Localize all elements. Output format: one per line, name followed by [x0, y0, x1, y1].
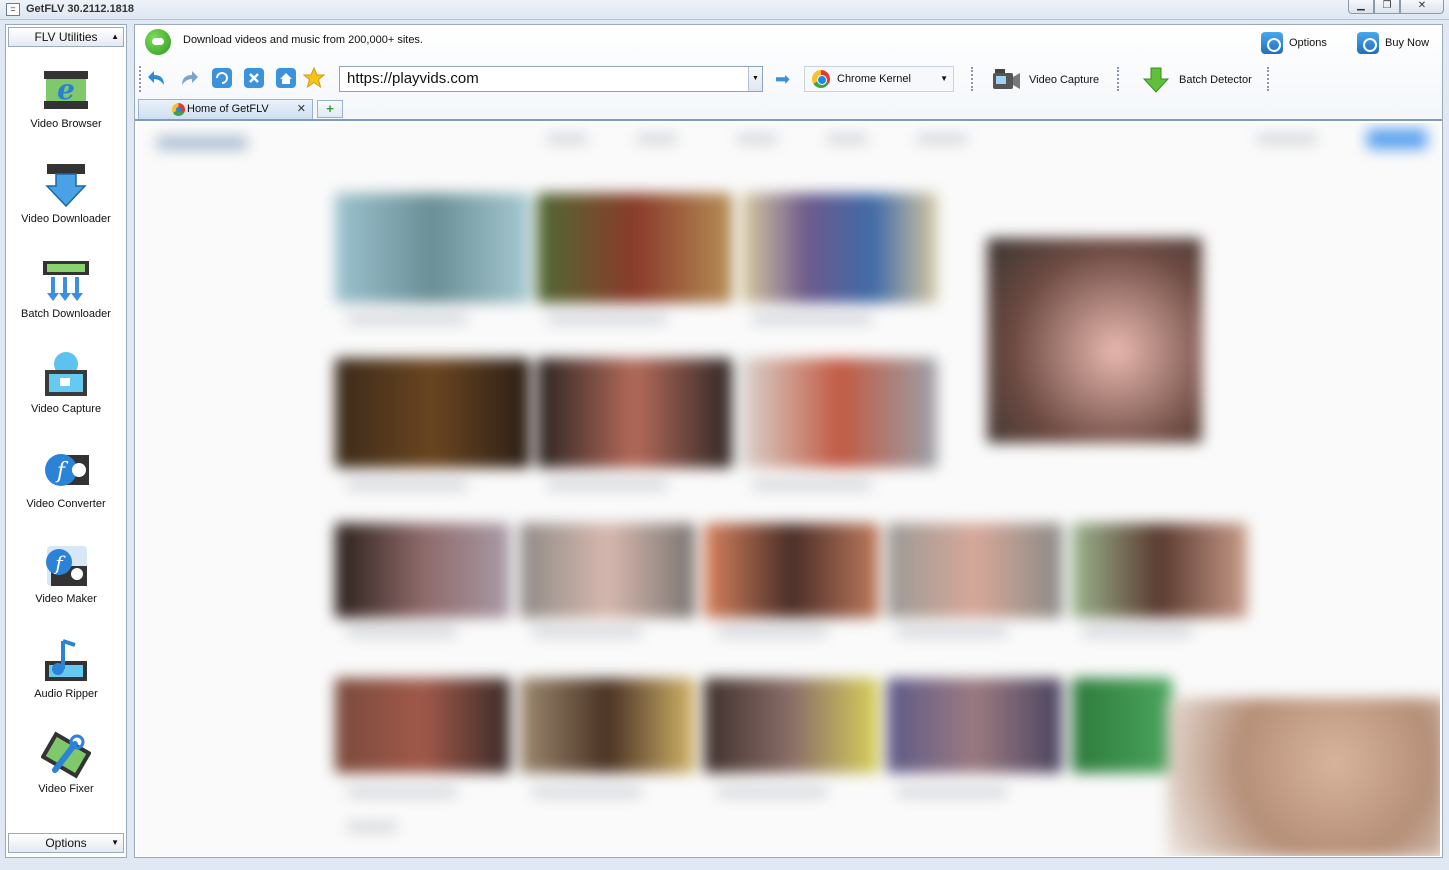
url-input[interactable]: https://playvids.com: [339, 66, 763, 92]
tab-strip: Home of GetFLV ✕ +: [135, 97, 1442, 121]
video-downloader-icon: [45, 164, 87, 208]
batch-detector-button[interactable]: Batch Detector: [1141, 67, 1252, 93]
window-title: GetFLV 30.2112.1818: [26, 3, 135, 15]
browser-viewport[interactable]: [137, 123, 1440, 856]
sidebar-item-video-capture[interactable]: Video Capture: [6, 350, 126, 440]
camcorder-icon: [993, 69, 1020, 89]
go-arrow-icon[interactable]: ➡: [775, 70, 790, 88]
toolbar-separator: [1267, 67, 1269, 91]
refresh-icon[interactable]: [211, 67, 233, 89]
options-label: Options: [1289, 37, 1327, 49]
audio-ripper-icon: [45, 639, 87, 681]
video-fixer-icon: [41, 731, 91, 779]
flv-utilities-label: FLV Utilities: [34, 30, 98, 44]
sidebar-item-video-maker[interactable]: f Video Maker: [6, 540, 126, 630]
favorite-star-icon[interactable]: [303, 67, 325, 89]
window-controls: ▁ ❐ ✕: [1348, 0, 1444, 14]
new-tab-button[interactable]: +: [317, 100, 343, 118]
chrome-icon: [812, 70, 830, 88]
shopping-icon: [1357, 32, 1379, 54]
sidebar-item-batch-downloader[interactable]: Batch Downloader: [6, 255, 126, 345]
video-browser-icon: e: [44, 71, 88, 109]
main-panel: Download videos and music from 200,000+ …: [134, 24, 1443, 858]
toolbar-separator: [971, 67, 973, 91]
sidebar-item-label: Video Converter: [26, 498, 106, 510]
video-capture-icon: [45, 352, 87, 396]
sidebar-item-video-browser[interactable]: e Video Browser: [6, 65, 126, 155]
sidebar-item-label: Video Maker: [35, 593, 97, 605]
sidebar-item-label: Batch Downloader: [21, 308, 111, 320]
close-button[interactable]: ✕: [1400, 0, 1444, 14]
maximize-button[interactable]: ❐: [1374, 0, 1400, 14]
navigation-bar: https://playvids.com ▼ ➡ Chrome Kernel ▼…: [135, 65, 1442, 95]
toolbar-grip[interactable]: [139, 66, 141, 92]
close-tab-icon[interactable]: ✕: [297, 100, 306, 118]
sidebar-item-label: Audio Ripper: [34, 688, 98, 700]
tagline: Download videos and music from 200,000+ …: [183, 34, 423, 46]
title-bar: = GetFLV 30.2112.1818 ▁ ❐ ✕: [0, 0, 1449, 20]
sidebar-item-video-fixer[interactable]: Video Fixer: [6, 730, 126, 820]
tab-label: Home of GetFLV: [187, 103, 269, 115]
kernel-select[interactable]: Chrome Kernel ▼: [804, 66, 954, 92]
video-converter-icon: f: [45, 454, 89, 486]
forward-icon[interactable]: [178, 67, 200, 89]
toolbar-separator: [1117, 67, 1119, 91]
download-arrow-icon: [1142, 67, 1170, 93]
video-capture-button[interactable]: Video Capture: [991, 67, 1099, 93]
dropdown-arrow-icon: ▲: [111, 32, 119, 41]
batch-detector-label: Batch Detector: [1179, 74, 1252, 86]
system-menu-icon[interactable]: =: [6, 3, 20, 16]
buy-now-label: Buy Now: [1385, 37, 1430, 49]
sidebar: FLV Utilities ▲ e Video Browser Video Do…: [5, 24, 127, 858]
buy-now-button[interactable]: Buy Now: [1357, 32, 1429, 54]
svg-text:e: e: [57, 73, 75, 106]
gear-icon: [1261, 32, 1283, 54]
sidebar-item-label: Video Capture: [30, 403, 102, 415]
video-capture-label: Video Capture: [1029, 74, 1100, 86]
sidebar-item-video-downloader[interactable]: Video Downloader: [6, 160, 126, 250]
sidebar-item-video-converter[interactable]: f Video Converter: [6, 445, 126, 535]
sidebar-item-audio-ripper[interactable]: Audio Ripper: [6, 635, 126, 725]
sidebar-item-label: Video Fixer: [38, 783, 94, 795]
home-icon[interactable]: [275, 67, 297, 89]
chevron-down-icon: ▼: [940, 74, 948, 83]
options-dropdown[interactable]: Options ▼: [8, 833, 124, 853]
options-button[interactable]: Options: [1261, 32, 1327, 54]
sidebar-item-label: Video Browser: [30, 118, 102, 130]
stop-icon[interactable]: [243, 67, 265, 89]
dropdown-arrow-icon: ▼: [111, 838, 119, 847]
toolbar-area: Download videos and music from 200,000+ …: [135, 25, 1442, 121]
url-history-dropdown[interactable]: ▼: [748, 67, 762, 91]
back-icon[interactable]: [146, 67, 168, 89]
flv-utilities-dropdown[interactable]: FLV Utilities ▲: [8, 27, 124, 47]
minimize-button[interactable]: ▁: [1348, 0, 1374, 14]
kernel-label: Chrome Kernel: [837, 73, 911, 85]
chat-bubble-icon: [145, 29, 171, 55]
batch-downloader-icon: [43, 261, 89, 301]
options-dropdown-label: Options: [45, 836, 87, 850]
blurred-web-content: [137, 123, 1440, 856]
tab-home-of-getflv[interactable]: Home of GetFLV ✕: [138, 99, 313, 119]
chrome-icon: [172, 103, 185, 116]
video-maker-icon: f: [46, 546, 87, 586]
sidebar-item-label: Video Downloader: [21, 213, 111, 225]
